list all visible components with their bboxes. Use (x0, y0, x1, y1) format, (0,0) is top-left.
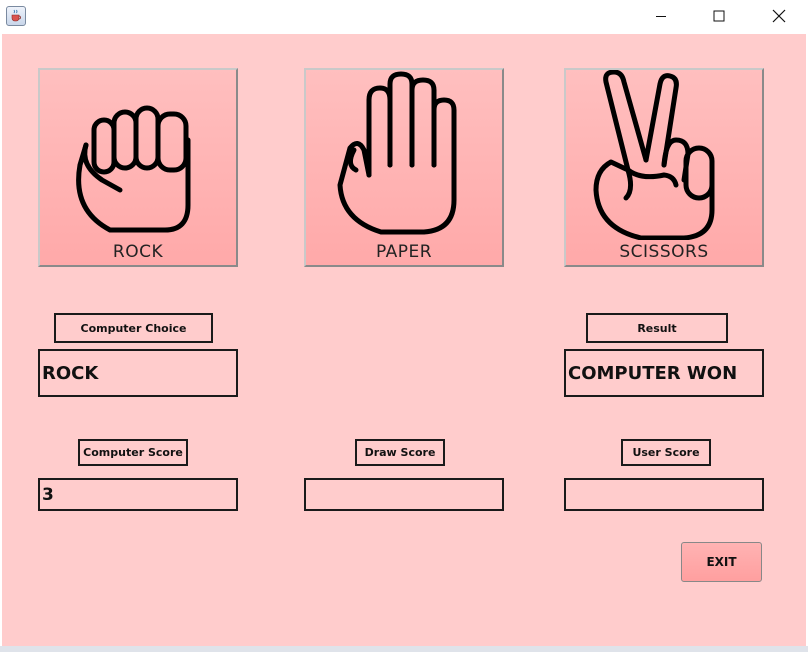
computer-score-field[interactable]: 3 (38, 478, 238, 511)
scissors-button[interactable]: SCISSORS (564, 68, 764, 267)
minimize-button[interactable] (638, 0, 684, 32)
computer-choice-label: Computer Choice (54, 313, 213, 343)
maximize-icon (713, 10, 725, 22)
rock-label: ROCK (112, 242, 164, 262)
user-score-field[interactable] (564, 478, 764, 511)
java-cup-icon (6, 6, 26, 26)
scissors-hand-icon (593, 70, 715, 240)
user-score-label: User Score (621, 439, 711, 466)
maximize-button[interactable] (696, 0, 742, 32)
paper-hand-icon (337, 71, 457, 235)
computer-choice-field[interactable]: ROCK (38, 349, 238, 397)
exit-button[interactable]: EXIT (681, 542, 762, 582)
window-bottom-edge (0, 646, 808, 652)
title-bar (0, 0, 808, 34)
computer-score-label: Computer Score (78, 439, 188, 466)
draw-score-label: Draw Score (355, 439, 445, 466)
paper-button[interactable]: PAPER (304, 68, 504, 267)
minimize-icon (656, 16, 666, 17)
close-button[interactable] (756, 0, 802, 32)
result-field[interactable]: COMPUTER WON (564, 349, 764, 397)
result-label: Result (586, 313, 728, 343)
paper-label: PAPER (375, 242, 433, 262)
rock-button[interactable]: ROCK (38, 68, 238, 267)
draw-score-field[interactable] (304, 478, 504, 511)
rock-hand-icon (76, 105, 191, 233)
scissors-label: SCISSORS (619, 242, 709, 262)
close-icon (772, 9, 786, 23)
